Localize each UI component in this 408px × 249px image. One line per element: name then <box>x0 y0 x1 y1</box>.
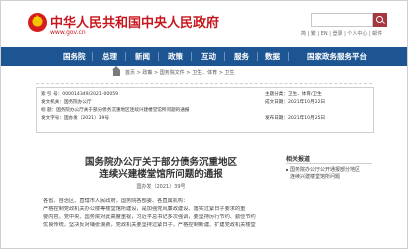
divider <box>286 163 372 164</box>
divider <box>36 83 372 84</box>
site-header: ★ 中华人民共和国中央人民政府 www.gov.cn 简 | 繁 | EN | … <box>1 1 407 47</box>
nav-item-fuwu[interactable]: 服务 <box>234 47 249 66</box>
search-icon[interactable] <box>373 13 387 27</box>
nav-separator <box>158 52 159 61</box>
bullet-icon <box>286 168 288 171</box>
site-url: www.gov.cn <box>50 29 86 36</box>
article-title: 国务院办公厅关于部分债务沉重地区 连续兴建楼堂馆所问题的通报 <box>56 157 266 181</box>
document-info-table: 索 引 号：000014349/2021-00059 发文机关：国务院办公厅 标… <box>36 87 374 133</box>
info-publish-date: 发布日期：2021年10月25日 <box>265 116 326 121</box>
info-written-date: 成文日期：2021年10月22日 <box>265 100 326 105</box>
related-link-line-1[interactable]: 国务院办公厅公开通报部分地区 <box>290 167 360 173</box>
related-reports-title: 相关报道 <box>286 156 311 163</box>
article-body-line: 严格控制党政机关办公楼等楼堂馆所建设，是加强党风廉政建设、落实过紧日子要求的重 <box>43 206 246 212</box>
nav-item-hudong[interactable]: 互动 <box>201 47 216 66</box>
article-title-line-2: 连续兴建楼堂馆所问题的通报 <box>99 169 223 180</box>
search-input[interactable] <box>311 13 373 27</box>
nav-service-platform[interactable]: 国家政务服务平台 <box>307 47 367 66</box>
nav-separator <box>191 52 192 61</box>
emblem-star-icon: ★ <box>33 14 42 24</box>
related-link[interactable]: 国务院办公厅公开通报部分地区 <box>286 167 360 174</box>
article-body-line: 各省、自治区、直辖市人民政府，国务院各部委、各直属机构： <box>43 198 189 204</box>
nav-item-guowuyuan[interactable]: 国务院 <box>63 47 86 66</box>
home-icon[interactable] <box>112 66 120 76</box>
nav-item-xinwen[interactable]: 新闻 <box>135 47 150 66</box>
nav-separator <box>257 52 258 61</box>
info-issuer: 发文机关：国务院办公厅 <box>41 100 92 105</box>
document-number: 国办发〔2021〕39号 <box>136 184 186 190</box>
info-subject-category: 主题分类：卫生、体育/卫生 <box>265 92 322 97</box>
nav-item-shuju[interactable]: 数据 <box>265 47 280 66</box>
article-title-line-1: 国务院办公厅关于部分债务沉重地区 <box>84 157 237 168</box>
breadcrumb[interactable]: 首页 > 政策 > 国务院文件 > 卫生、体育 > 卫生 <box>125 69 234 76</box>
nav-separator <box>125 52 126 61</box>
info-doc-number: 发文字号：国办发〔2021〕39号 <box>41 116 110 121</box>
info-index-number: 索 引 号：000014349/2021-00059 <box>41 92 119 97</box>
info-title: 标 题：国务院办公厅关于部分债务沉重地区连续兴建楼堂馆所问题的通报 <box>41 108 190 113</box>
main-nav: 国务院 总理 新闻 政策 互动 服务 数据 国情 国家政务服务平台 <box>1 47 407 66</box>
nav-item-zongli[interactable]: 总理 <box>102 47 117 66</box>
browser-page: ★ 中华人民共和国中央人民政府 www.gov.cn 简 | 繁 | EN | … <box>0 0 408 249</box>
nav-item-zhengce[interactable]: 政策 <box>168 47 183 66</box>
related-link-continued[interactable]: 连续兴建楼堂馆所问题 <box>290 174 340 181</box>
article-body-line: 要内容。党中央、国务院对此高度重视，习近平总书记多次强调，要坚持厉行节约、勤俭节… <box>43 214 256 220</box>
nav-separator <box>288 52 289 61</box>
nav-separator <box>224 52 225 61</box>
nav-separator <box>92 52 93 61</box>
header-links[interactable]: 简 | 繁 | EN | 登录 | 个人中心 | 邮件 <box>301 30 382 37</box>
article-body-line: 优良传统，坚决反对铺张浪费，党政机关要坚持过紧日子，严格控制新建、扩建党政机关楼… <box>43 222 256 228</box>
